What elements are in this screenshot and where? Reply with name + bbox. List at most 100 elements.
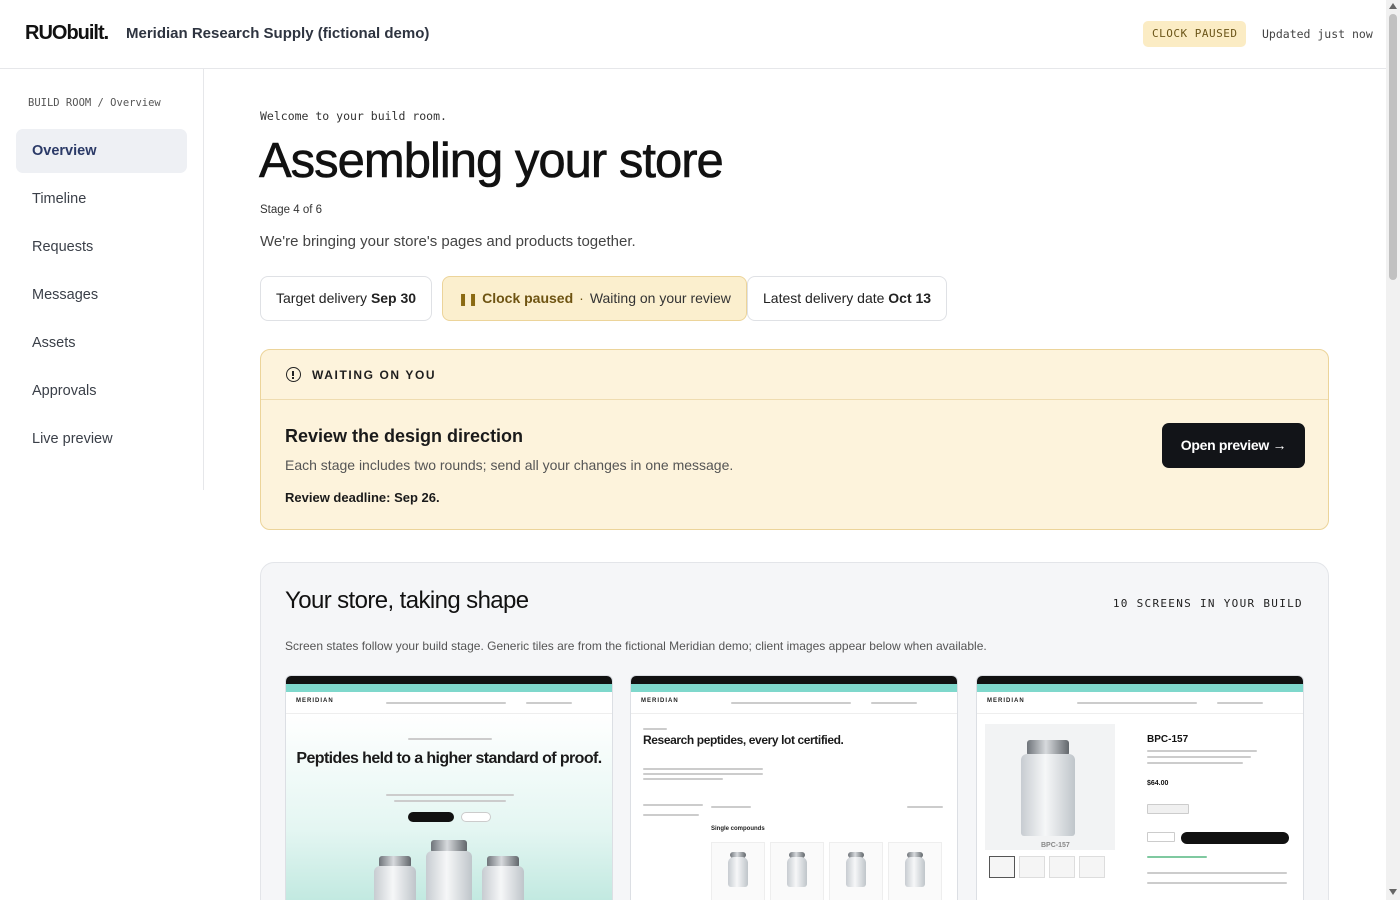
vial-icon <box>1021 754 1075 836</box>
tile-thumbnail <box>1049 856 1075 878</box>
tile-thumbnail <box>1079 856 1105 878</box>
tile-nav-links <box>386 702 506 704</box>
page-subtitle: We're bringing your store's pages and pr… <box>260 233 636 250</box>
sidebar-item-messages[interactable]: Messages <box>16 273 187 317</box>
tile-search <box>1217 702 1263 704</box>
waiting-on-you-card: WAITING ON YOU Review the design directi… <box>260 349 1329 530</box>
vial-icon <box>846 857 866 887</box>
tile-nav: MERIDIAN <box>286 692 612 714</box>
tile-hero-copy-2 <box>394 800 506 802</box>
open-preview-button[interactable]: Open preview → <box>1162 423 1305 468</box>
tile-section-label: Single compounds <box>711 826 765 832</box>
store-shape-title: Your store, taking shape <box>285 587 529 614</box>
top-bar: RUObuilt. Meridian Research Supply (fict… <box>0 0 1386 69</box>
tile-nav-links <box>731 702 851 704</box>
tile-promo-bar <box>631 684 957 692</box>
sidebar-item-live-preview[interactable]: Live preview <box>16 417 187 461</box>
sidebar-item-approvals[interactable]: Approvals <box>16 369 187 413</box>
review-deadline: Review deadline: Sep 26. <box>285 490 440 505</box>
vial-icon <box>905 857 925 887</box>
tile-search <box>871 702 917 704</box>
tile-primary-button <box>408 812 454 822</box>
tile-logo: MERIDIAN <box>987 698 1025 704</box>
tile-spec-row <box>1147 872 1287 874</box>
brand-logo[interactable]: RUObuilt. <box>25 22 109 45</box>
screen-tile-catalog[interactable]: MERIDIAN Research peptides, every lot ce… <box>630 675 958 900</box>
tile-product-image: BPC-157 <box>985 724 1115 850</box>
tile-announcement-bar <box>631 676 957 684</box>
tile-announcement-bar <box>286 676 612 684</box>
tile-hero: Peptides held to a higher standard of pr… <box>286 714 612 900</box>
tile-nav-links <box>1077 702 1197 704</box>
tile-eyebrow <box>408 738 492 740</box>
screens-count: 10 SCREENS IN YOUR BUILD <box>1112 597 1303 610</box>
welcome-text: Welcome to your build room. <box>260 109 447 123</box>
tile-product-price: $64.00 <box>1147 780 1169 787</box>
tile-catalog-copy-3 <box>643 778 723 780</box>
tile-catalog-copy <box>643 768 763 770</box>
tile-stock-status <box>1147 856 1207 858</box>
vial-icon <box>787 857 807 887</box>
pill-separator: · <box>579 290 584 306</box>
target-delivery-pill: Target delivery Sep 30 <box>260 276 433 321</box>
breadcrumb: BUILD ROOM / Overview <box>28 97 161 109</box>
tile-result-count <box>711 806 751 808</box>
latest-delivery-value: Oct 13 <box>888 290 932 306</box>
sidebar-nav: Overview Timeline Requests Messages Asse… <box>16 129 187 465</box>
sidebar-item-assets[interactable]: Assets <box>16 321 187 365</box>
tile-product-copy <box>1147 750 1257 752</box>
tile-breadcrumb <box>643 728 667 730</box>
waiting-title: Review the design direction <box>285 426 524 446</box>
tile-filter-list <box>643 804 703 806</box>
tile-secondary-button <box>461 812 491 822</box>
tile-promo-bar <box>286 684 612 692</box>
store-shape-card: Your store, taking shape 10 SCREENS IN Y… <box>260 562 1329 900</box>
scroll-down-icon[interactable] <box>1389 889 1397 895</box>
sidebar-item-requests[interactable]: Requests <box>16 225 187 269</box>
clock-paused-pill: ❚❚ Clock paused · Waiting on your review <box>442 276 747 321</box>
tile-nav: MERIDIAN <box>631 692 957 714</box>
screen-tile-product[interactable]: MERIDIAN BPC-157 BPC-157 $64.00 <box>976 675 1304 900</box>
latest-delivery-pill: Latest delivery date Oct 13 <box>747 276 948 321</box>
page-scrollbar[interactable] <box>1386 0 1400 900</box>
tile-catalog-title: Research peptides, every lot certified. <box>643 733 844 747</box>
tile-product-name: BPC-157 <box>1147 734 1189 745</box>
tile-catalog-copy-2 <box>643 773 763 775</box>
screen-tile-home[interactable]: MERIDIAN Peptides held to a higher stand… <box>285 675 613 900</box>
info-circle-icon <box>286 367 301 382</box>
stage-indicator: Stage 4 of 6 <box>260 204 323 216</box>
tile-thumbnail <box>989 856 1015 878</box>
sidebar-item-overview[interactable]: Overview <box>16 129 187 173</box>
vial-icon <box>482 866 524 900</box>
tile-thumbnail <box>1019 856 1045 878</box>
pause-icon: ❚❚ <box>458 292 479 306</box>
tile-add-to-cart <box>1181 832 1289 844</box>
tile-size-option <box>1147 804 1189 814</box>
waiting-description: Each stage includes two rounds; send all… <box>285 457 734 473</box>
store-shape-note: Screen states follow your build stage. G… <box>285 639 987 653</box>
tile-hero-title: Peptides held to a higher standard of pr… <box>296 750 602 767</box>
waiting-label: WAITING ON YOU <box>312 368 437 382</box>
scroll-up-icon[interactable] <box>1389 3 1397 9</box>
tile-sort-select <box>907 806 943 808</box>
updated-timestamp: Updated just now <box>1262 27 1373 41</box>
clock-status-badge: CLOCK PAUSED <box>1143 21 1247 47</box>
tile-search <box>526 702 572 704</box>
tile-logo: MERIDIAN <box>296 698 334 704</box>
sidebar-item-timeline[interactable]: Timeline <box>16 177 187 221</box>
tile-hero-copy <box>386 794 514 796</box>
tile-product-copy-3 <box>1147 762 1243 764</box>
tile-promo-bar <box>977 684 1303 692</box>
tile-product-copy-2 <box>1147 756 1251 758</box>
latest-delivery-label: Latest delivery date <box>763 290 885 306</box>
vial-icon <box>728 857 748 887</box>
client-name: Meridian Research Supply (fictional demo… <box>126 25 430 42</box>
page-title: Assembling your store <box>259 134 724 189</box>
tile-filter-list-2 <box>643 814 699 816</box>
tile-logo: MERIDIAN <box>641 698 679 704</box>
vial-icon <box>426 851 472 900</box>
target-delivery-value: Sep 30 <box>370 290 417 306</box>
tile-quantity-stepper <box>1147 832 1175 842</box>
scroll-thumb[interactable] <box>1389 14 1397 280</box>
vial-icon <box>374 866 416 900</box>
